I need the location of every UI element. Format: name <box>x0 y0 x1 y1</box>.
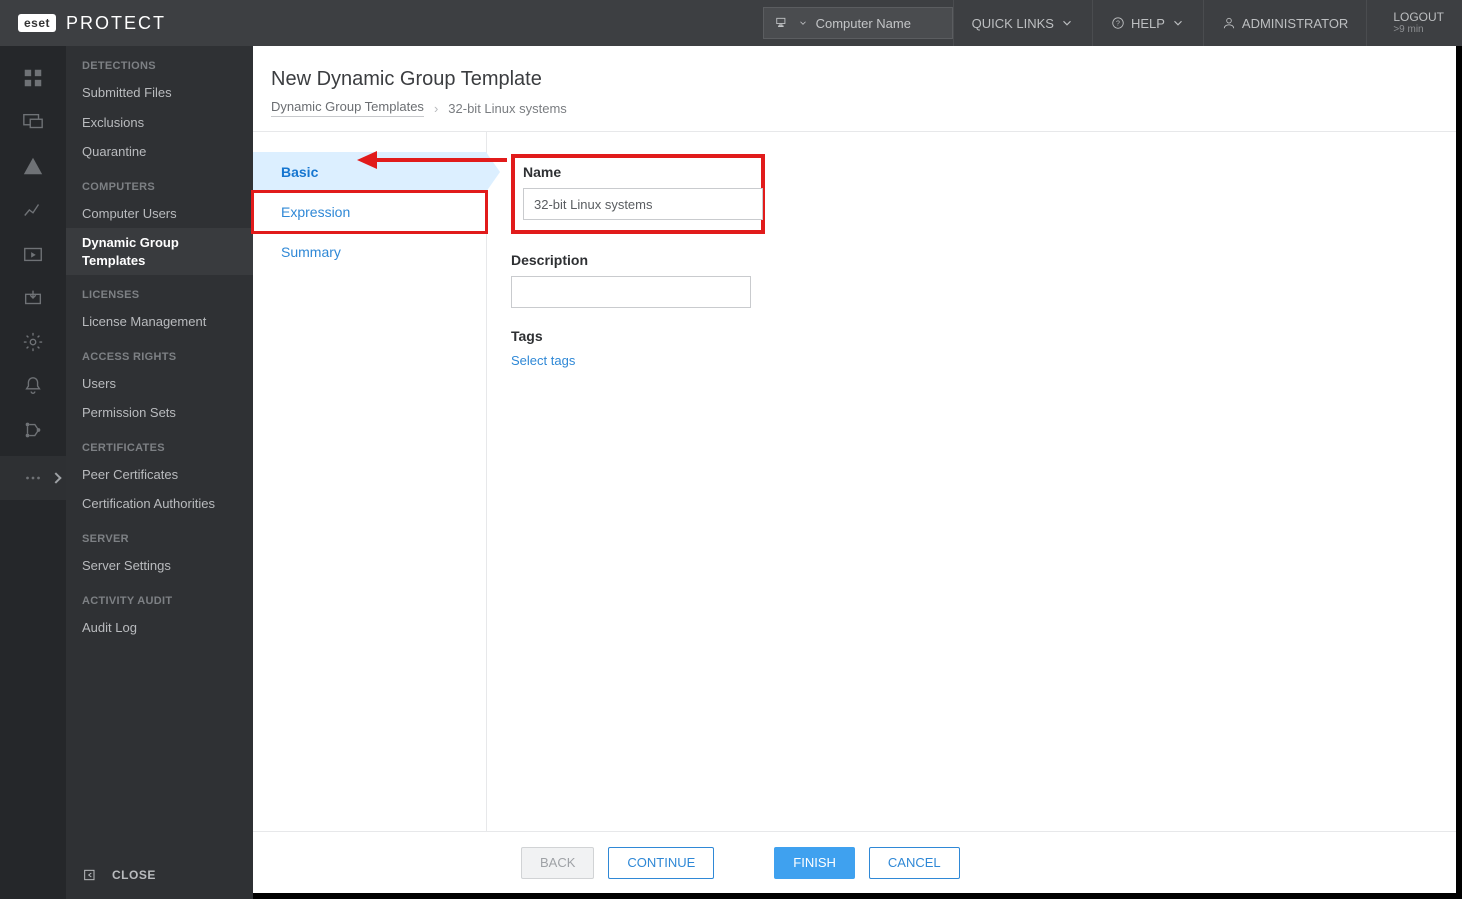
sidebar-item-quarantine[interactable]: Quarantine <box>66 137 253 167</box>
step-expression[interactable]: Expression <box>253 192 486 232</box>
rail-more[interactable] <box>0 456 66 500</box>
quick-links-menu[interactable]: QUICK LINKS <box>953 0 1092 46</box>
cancel-button[interactable]: CANCEL <box>869 847 960 879</box>
tags-label: Tags <box>511 328 771 344</box>
monitor-icon <box>774 16 790 30</box>
sidebar-section-activity-audit: ACTIVITY AUDIT <box>66 581 253 613</box>
administrator-menu[interactable]: ADMINISTRATOR <box>1203 0 1366 46</box>
page-title: New Dynamic Group Template <box>271 68 1438 91</box>
icon-rail <box>0 46 66 899</box>
gear-icon <box>22 331 44 353</box>
rail-computers[interactable] <box>0 100 66 144</box>
step-basic[interactable]: Basic <box>253 152 486 192</box>
wizard-footer: BACK CONTINUE FINISH CANCEL <box>253 831 1456 893</box>
sidebar-section-licenses: LICENSES <box>66 275 253 307</box>
breadcrumb: Dynamic Group Templates › 32-bit Linux s… <box>271 99 1438 117</box>
wizard-steps: Basic Expression Summary <box>253 132 487 831</box>
sidebar-section-access-rights: ACCESS RIGHTS <box>66 337 253 369</box>
rail-dashboard[interactable] <box>0 56 66 100</box>
monitor-icon <box>22 111 44 133</box>
select-tags-link[interactable]: Select tags <box>511 353 575 368</box>
sidebar: DETECTIONS Submitted Files Exclusions Qu… <box>66 46 253 899</box>
description-label: Description <box>511 252 771 268</box>
rail-policies[interactable] <box>0 320 66 364</box>
play-folder-icon <box>22 243 44 265</box>
finish-button[interactable]: FINISH <box>774 847 855 879</box>
brand: eset PROTECT <box>0 13 253 34</box>
continue-button[interactable]: CONTINUE <box>608 847 714 879</box>
svg-text:?: ? <box>1116 20 1120 27</box>
sidebar-close[interactable]: CLOSE <box>66 851 253 899</box>
sidebar-section-detections: DETECTIONS <box>66 46 253 78</box>
main-header: New Dynamic Group Template Dynamic Group… <box>253 46 1456 132</box>
back-button: BACK <box>521 847 594 879</box>
bell-icon <box>22 375 44 397</box>
sidebar-item-audit-log[interactable]: Audit Log <box>66 613 253 643</box>
sidebar-item-submitted-files[interactable]: Submitted Files <box>66 78 253 108</box>
rail-reports[interactable] <box>0 188 66 232</box>
logout-button[interactable]: LOGOUT >9 min <box>1366 0 1462 46</box>
sidebar-item-computer-users[interactable]: Computer Users <box>66 199 253 229</box>
sidebar-item-exclusions[interactable]: Exclusions <box>66 108 253 138</box>
rail-notifications[interactable] <box>0 364 66 408</box>
sidebar-section-server: SERVER <box>66 519 253 551</box>
step-summary[interactable]: Summary <box>253 232 486 272</box>
name-field-highlight: Name <box>511 154 765 234</box>
name-label: Name <box>523 164 753 180</box>
sidebar-item-dynamic-group-templates[interactable]: Dynamic Group Templates <box>66 228 253 275</box>
main: New Dynamic Group Template Dynamic Group… <box>253 46 1462 899</box>
sidebar-item-license-management[interactable]: License Management <box>66 307 253 337</box>
rail-detections[interactable] <box>0 144 66 188</box>
brand-text: PROTECT <box>66 13 166 34</box>
help-icon: ? <box>1111 16 1125 30</box>
chart-icon <box>22 199 44 221</box>
sidebar-item-peer-certificates[interactable]: Peer Certificates <box>66 460 253 490</box>
warning-icon <box>22 155 44 177</box>
sidebar-item-users[interactable]: Users <box>66 369 253 399</box>
brand-badge: eset <box>18 14 56 32</box>
status-icon <box>22 419 44 441</box>
search-placeholder: Computer Name <box>816 16 911 31</box>
name-input[interactable] <box>523 188 763 220</box>
sidebar-section-computers: COMPUTERS <box>66 167 253 199</box>
chevron-down-icon <box>1060 16 1074 30</box>
rail-status[interactable] <box>0 408 66 452</box>
computer-search[interactable]: Computer Name <box>763 7 953 39</box>
sidebar-item-permission-sets[interactable]: Permission Sets <box>66 398 253 428</box>
help-menu[interactable]: ? HELP <box>1092 0 1203 46</box>
chevron-down-icon <box>798 18 808 28</box>
chevron-down-icon <box>1171 16 1185 30</box>
sidebar-item-certification-authorities[interactable]: Certification Authorities <box>66 489 253 519</box>
sidebar-item-server-settings[interactable]: Server Settings <box>66 551 253 581</box>
topbar: eset PROTECT Computer Name QUICK LINKS ?… <box>0 0 1462 46</box>
more-icon <box>22 467 44 489</box>
breadcrumb-parent[interactable]: Dynamic Group Templates <box>271 99 424 117</box>
installer-icon <box>22 287 44 309</box>
rail-tasks[interactable] <box>0 232 66 276</box>
user-icon <box>1222 16 1236 30</box>
grid-icon <box>22 67 44 89</box>
breadcrumb-current: 32-bit Linux systems <box>448 101 567 116</box>
form-panel: Name Description Tags Select tags <box>487 132 1456 831</box>
sidebar-section-certificates: CERTIFICATES <box>66 428 253 460</box>
collapse-icon <box>82 867 98 883</box>
chevron-right-icon: › <box>434 101 438 116</box>
rail-installers[interactable] <box>0 276 66 320</box>
description-input[interactable] <box>511 276 751 308</box>
